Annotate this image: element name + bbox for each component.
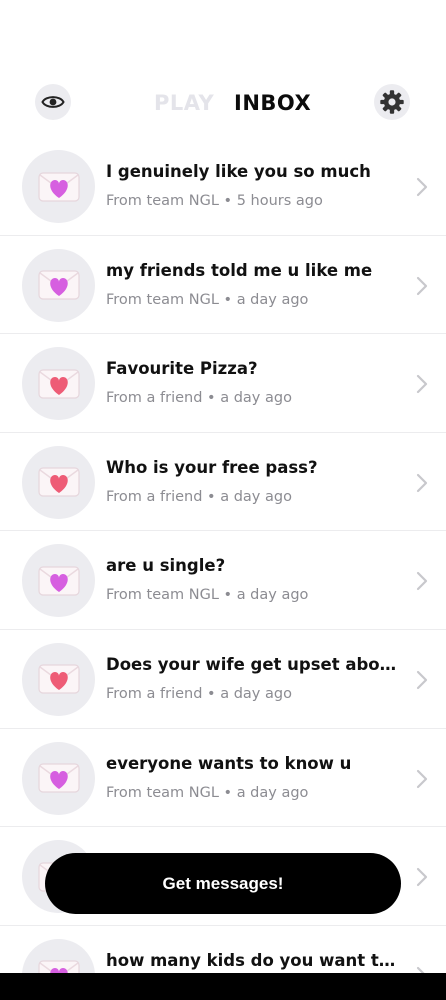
message-subtitle: From team NGL • a day ago: [106, 784, 309, 801]
message-subtitle: From team NGL • a day ago: [106, 291, 309, 308]
love-letter-icon: [37, 369, 80, 399]
message-title: are u single?: [106, 556, 226, 576]
eye-icon: [41, 96, 65, 108]
message-title: everyone wants to know u: [106, 753, 352, 773]
message-title: Does your wife get upset about p...: [106, 654, 402, 674]
chevron-right-icon: [416, 572, 428, 591]
message-subtitle: From team NGL • 5 hours ago: [106, 193, 323, 209]
envelope-avatar: [22, 150, 95, 223]
chevron-right-icon: [416, 473, 428, 492]
bottom-bar: [0, 973, 446, 1000]
message-row[interactable]: I genuinely like you so much From team NG…: [0, 137, 446, 236]
gear-icon: [380, 90, 404, 114]
envelope-avatar: [22, 544, 95, 618]
header: PLAY INBOX: [0, 0, 446, 140]
message-row[interactable]: my friends told me u like me From team NG…: [0, 236, 446, 335]
chevron-right-icon: [416, 769, 428, 788]
envelope-avatar: [22, 642, 95, 716]
eye-button[interactable]: [35, 84, 71, 120]
message-subtitle: From a friend • a day ago: [106, 685, 292, 702]
envelope-avatar: [22, 347, 95, 421]
love-letter-icon: [37, 664, 80, 695]
message-subtitle: From team NGL • a day ago: [106, 587, 309, 604]
chevron-right-icon: [416, 177, 428, 197]
message-title: how many kids do you want to ha...: [106, 950, 402, 970]
message-row[interactable]: Favourite Pizza? From a friend • a day ag…: [0, 334, 446, 433]
envelope-avatar: [22, 741, 95, 815]
chevron-right-icon: [416, 375, 428, 394]
message-title: my friends told me u like me: [106, 260, 373, 280]
message-row[interactable]: Does your wife get upset about p... From …: [0, 630, 446, 729]
love-letter-icon: [37, 171, 80, 202]
envelope-avatar: [22, 445, 95, 519]
message-subtitle: From a friend • a day ago: [106, 488, 292, 505]
love-letter-icon: [37, 566, 80, 596]
message-title: I genuinely like you so much: [106, 162, 371, 181]
message-title: Favourite Pizza?: [106, 359, 258, 379]
tab-play[interactable]: PLAY: [154, 91, 214, 115]
message-subtitle: From a friend • a day ago: [106, 390, 292, 407]
message-row[interactable]: everyone wants to know u From team NGL • …: [0, 729, 446, 828]
get-messages-button[interactable]: Get messages!: [45, 853, 401, 914]
chevron-right-icon: [416, 868, 428, 887]
message-title: Who is your free pass?: [106, 457, 318, 477]
chevron-right-icon: [416, 670, 428, 690]
envelope-avatar: [22, 248, 95, 322]
chevron-right-icon: [416, 276, 428, 295]
message-row[interactable]: Who is your free pass? From a friend • a …: [0, 433, 446, 532]
settings-button[interactable]: [374, 84, 410, 120]
love-letter-icon: [37, 467, 80, 497]
love-letter-icon: [37, 270, 80, 300]
tab-inbox[interactable]: INBOX: [234, 91, 311, 115]
love-letter-icon: [37, 763, 80, 793]
message-row[interactable]: are u single? From team NGL • a day ago: [0, 531, 446, 630]
